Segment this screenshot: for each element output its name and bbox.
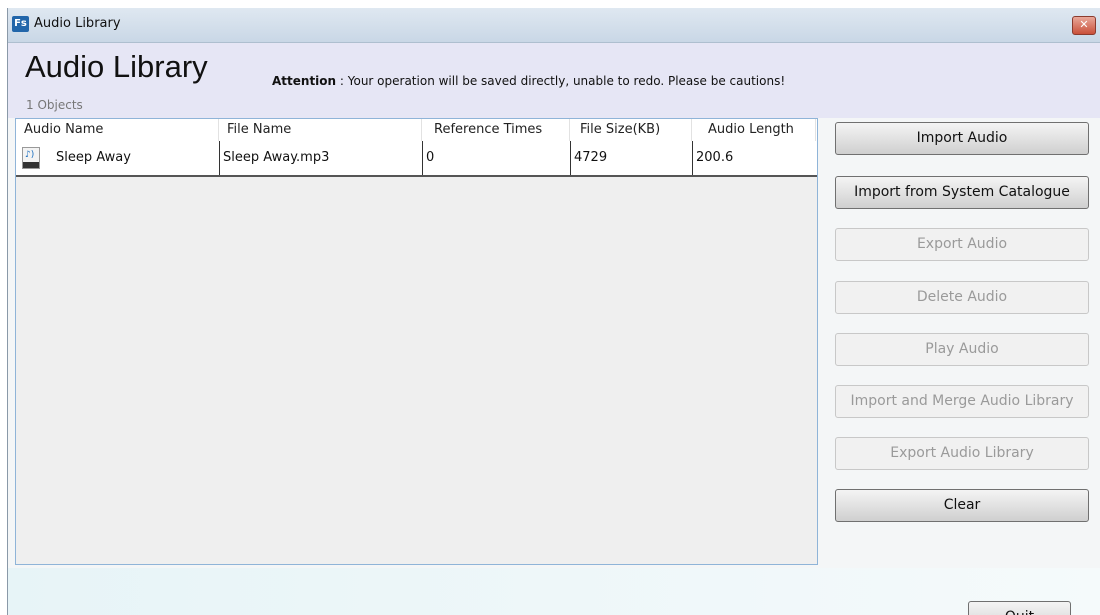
cell-audio-length: 200.6 <box>692 141 816 175</box>
export-library-button[interactable]: Export Audio Library <box>835 437 1089 470</box>
import-merge-library-button[interactable]: Import and Merge Audio Library <box>835 385 1089 418</box>
column-header-reference-times[interactable]: Reference Times <box>422 119 570 141</box>
play-audio-button[interactable]: Play Audio <box>835 333 1089 366</box>
table-header: Audio Name File Name Reference Times Fil… <box>16 119 817 141</box>
column-header-audio-length[interactable]: Audio Length <box>692 119 816 141</box>
audio-table: Audio Name File Name Reference Times Fil… <box>15 118 818 565</box>
close-button[interactable]: ✕ <box>1072 16 1096 35</box>
title-bar[interactable]: Fs Audio Library ✕ <box>8 8 1100 43</box>
page-title: Audio Library <box>25 49 208 84</box>
footer-bar <box>8 568 1100 615</box>
header-area: Audio Library Attention : Your operation… <box>8 43 1100 118</box>
audio-file-icon: ♪) <box>22 147 40 169</box>
audio-library-window: Fs Audio Library ✕ Audio Library Attenti… <box>7 8 1100 615</box>
object-count: 1 Objects <box>26 98 83 112</box>
import-system-catalogue-button[interactable]: Import from System Catalogue <box>835 176 1089 209</box>
attention-label: Attention <box>272 74 337 88</box>
cell-file-name: Sleep Away.mp3 <box>219 141 422 175</box>
cell-reference-times: 0 <box>422 141 570 175</box>
delete-audio-button[interactable]: Delete Audio <box>835 281 1089 314</box>
close-icon: ✕ <box>1079 18 1089 31</box>
clear-button[interactable]: Clear <box>835 489 1089 522</box>
quit-button[interactable]: Quit <box>968 601 1071 615</box>
audio-name-text: Sleep Away <box>56 150 131 165</box>
export-audio-button[interactable]: Export Audio <box>835 228 1089 261</box>
attention-message: Attention : Your operation will be saved… <box>272 74 785 88</box>
import-audio-button[interactable]: Import Audio <box>835 122 1089 155</box>
app-icon: Fs <box>12 16 29 32</box>
column-header-file-size[interactable]: File Size(KB) <box>570 119 692 141</box>
cell-audio-name: ♪) Sleep Away <box>16 141 219 175</box>
cell-file-size: 4729 <box>570 141 692 175</box>
attention-text: : Your operation will be saved directly,… <box>336 74 786 88</box>
column-header-audio-name[interactable]: Audio Name <box>16 119 219 141</box>
column-header-file-name[interactable]: File Name <box>219 119 422 141</box>
table-row[interactable]: ♪) Sleep Away Sleep Away.mp3 0 4729 200.… <box>16 141 817 177</box>
window-title: Audio Library <box>34 16 121 31</box>
